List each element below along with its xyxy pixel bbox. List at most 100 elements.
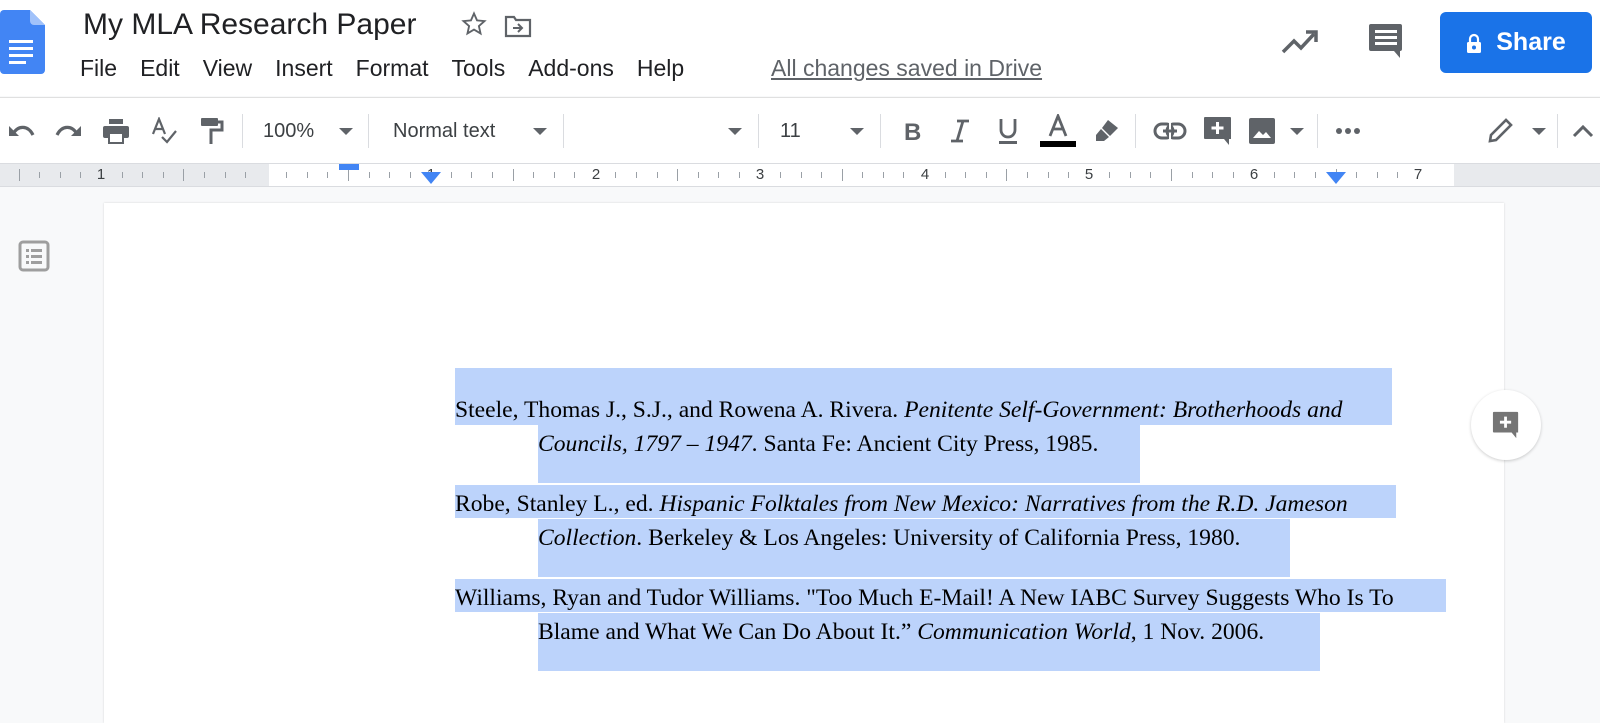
insert-image-button[interactable]	[1248, 98, 1304, 164]
ruler[interactable]: 1 1 2 3 4 5 6 7	[0, 163, 1600, 187]
ruler-tick	[80, 172, 82, 178]
citation-title: Collection	[538, 525, 637, 551]
hide-menus-button[interactable]	[1566, 98, 1600, 164]
citation-entry-2-line-1: Robe, Stanley L., ed. Hispanic Folktales…	[455, 487, 1348, 521]
document-title[interactable]: My MLA Research Paper	[83, 8, 416, 42]
ruler-tick	[882, 172, 884, 178]
citation-text: Steele, Thomas J., S.J., and Rowena A. R…	[455, 397, 905, 423]
move-to-folder-icon[interactable]	[504, 14, 532, 38]
floating-add-comment-button[interactable]	[1471, 390, 1541, 460]
menu-tools[interactable]: Tools	[452, 55, 506, 82]
text-color-button[interactable]	[1038, 98, 1078, 164]
ruler-tick	[533, 172, 535, 178]
insert-link-button[interactable]	[1150, 98, 1190, 164]
citation-title: Penitente Self-Government: Brotherhoods …	[904, 397, 1343, 423]
menu-addons[interactable]: Add-ons	[528, 55, 614, 82]
font-select[interactable]	[570, 98, 750, 164]
ruler-tick	[841, 169, 843, 181]
document-outline-icon[interactable]	[18, 240, 50, 272]
ruler-tick	[409, 172, 411, 178]
share-button[interactable]: Share	[1440, 12, 1592, 73]
ruler-tick	[656, 172, 658, 178]
citation-entry-3-line-1: Williams, Ryan and Tudor Williams. "Too …	[455, 581, 1394, 615]
menu-help[interactable]: Help	[637, 55, 684, 82]
menu-insert[interactable]: Insert	[275, 55, 333, 82]
ruler-tick	[944, 172, 946, 178]
citation-entry-2-line-2: Collection. Berkeley & Los Angeles: Univ…	[538, 521, 1240, 555]
underline-button[interactable]	[990, 98, 1026, 164]
ruler-tick	[183, 169, 185, 181]
document-page[interactable]: Steele, Thomas J., S.J., and Rowena A. R…	[104, 203, 1504, 723]
more-options-button[interactable]	[1330, 98, 1366, 164]
style-select[interactable]: Normal text	[385, 98, 555, 164]
ruler-tick	[1273, 172, 1275, 178]
menu-file[interactable]: File	[80, 55, 117, 82]
image-icon	[1249, 118, 1275, 144]
more-horiz-icon	[1336, 128, 1360, 134]
citation-text: Blame and What We Can Do About It.”	[538, 619, 918, 645]
ruler-tick	[245, 172, 246, 178]
ruler-number: 3	[755, 166, 765, 183]
menu-view[interactable]: View	[203, 55, 252, 82]
ruler-tick	[1376, 172, 1378, 178]
chevron-down-icon	[728, 127, 742, 135]
menu-bar: File Edit View Insert Format Tools Add-o…	[80, 55, 707, 82]
paint-format-icon	[201, 118, 224, 144]
toolbar: 100% Normal text 11 B	[0, 97, 1600, 163]
ruler-tick	[162, 172, 164, 178]
docs-logo-icon[interactable]	[0, 10, 45, 74]
paint-format-button[interactable]	[194, 98, 230, 164]
left-indent-marker[interactable]	[421, 172, 441, 184]
ruler-tick	[471, 172, 473, 178]
right-indent-marker[interactable]	[1326, 172, 1346, 184]
citation-entry-1-line-1: Steele, Thomas J., S.J., and Rowena A. R…	[455, 393, 1342, 427]
ruler-tick	[18, 169, 20, 181]
citation-text: , 1 Nov. 2006.	[1130, 619, 1265, 645]
ruler-tick	[780, 172, 781, 178]
save-status-link[interactable]: All changes saved in Drive	[771, 55, 1042, 82]
bold-icon: B	[904, 119, 921, 143]
toolbar-divider	[1317, 114, 1318, 148]
add-comment-icon	[1204, 117, 1231, 145]
zoom-value: 100%	[263, 119, 315, 142]
ruler-tick	[697, 172, 699, 178]
redo-button[interactable]	[50, 98, 86, 164]
undo-button[interactable]	[4, 98, 40, 164]
add-comment-button[interactable]	[1200, 98, 1236, 164]
comment-history-icon[interactable]	[1366, 22, 1406, 62]
citation-entry-1-line-2: Councils, 1797 – 1947. Santa Fe: Ancient…	[538, 427, 1098, 461]
spellcheck-button[interactable]	[146, 98, 182, 164]
activity-trend-icon[interactable]	[1280, 24, 1320, 58]
font-size-select[interactable]: 11	[772, 98, 872, 164]
toolbar-divider	[563, 114, 564, 148]
ruler-tick	[224, 172, 226, 178]
bold-button[interactable]: B	[895, 98, 931, 164]
ruler-tick	[203, 172, 205, 178]
ruler-number: 7	[1413, 166, 1423, 183]
ruler-tick	[1109, 172, 1111, 178]
ruler-tick	[1129, 172, 1131, 178]
toolbar-divider	[242, 114, 243, 148]
first-line-indent-marker[interactable]	[339, 164, 359, 170]
zoom-select[interactable]: 100%	[255, 98, 361, 164]
redo-icon	[55, 125, 81, 136]
ruler-number: 4	[920, 166, 930, 183]
editing-mode-button[interactable]	[1486, 98, 1546, 164]
citation-title: Councils, 1797 – 1947	[538, 431, 752, 457]
chevron-down-icon	[339, 127, 353, 135]
menu-edit[interactable]: Edit	[140, 55, 180, 82]
menu-format[interactable]: Format	[356, 55, 429, 82]
star-icon[interactable]	[460, 10, 488, 38]
print-button[interactable]	[98, 98, 134, 164]
toolbar-divider	[368, 114, 369, 148]
spellcheck-icon	[151, 117, 177, 144]
print-icon	[103, 119, 129, 144]
italic-button[interactable]	[942, 98, 978, 164]
ruler-tick	[327, 172, 329, 178]
highlight-color-button[interactable]	[1088, 98, 1124, 164]
ruler-tick	[286, 172, 288, 178]
top-bar: My MLA Research Paper File Edit View Ins…	[0, 0, 1600, 96]
underline-icon	[999, 119, 1017, 144]
ruler-tick	[389, 172, 390, 178]
ruler-number: 6	[1249, 166, 1259, 183]
